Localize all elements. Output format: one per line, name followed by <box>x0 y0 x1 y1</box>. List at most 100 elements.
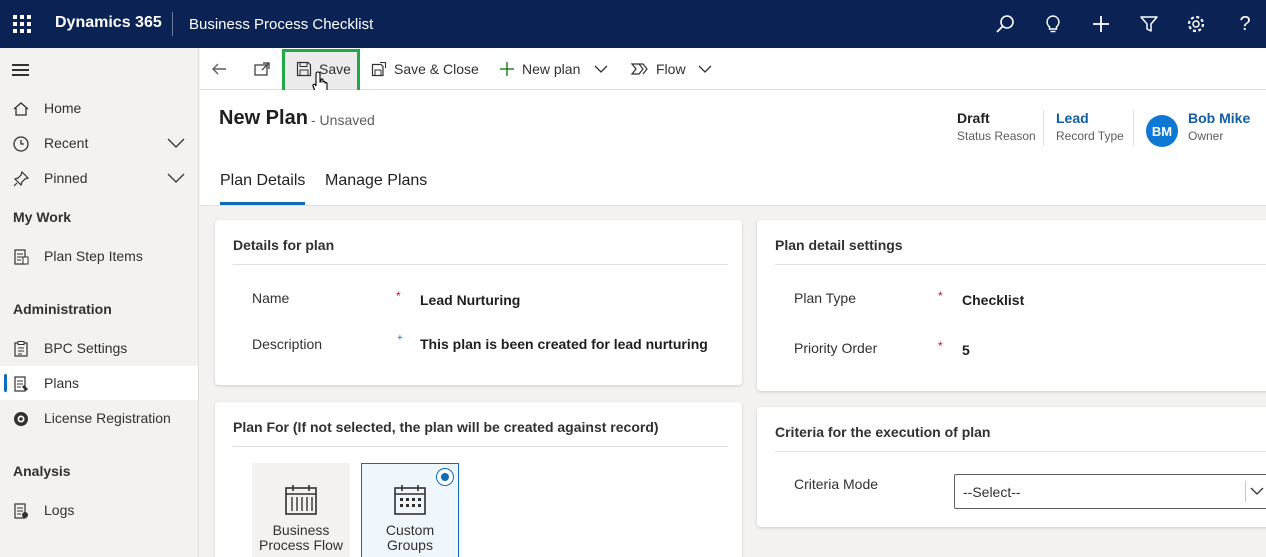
clock-icon <box>13 136 29 152</box>
tab-plan-details[interactable]: Plan Details <box>220 172 305 190</box>
plus-icon[interactable] <box>1089 12 1113 36</box>
header-field-status: Draft Status Reason <box>957 110 1036 143</box>
open-new-window-button[interactable] <box>253 48 271 90</box>
avatar[interactable]: BM <box>1146 115 1178 147</box>
divider <box>1133 110 1134 146</box>
save-close-label: Save & Close <box>394 61 479 77</box>
sidebar-item-recent[interactable]: Recent <box>0 126 198 160</box>
divider <box>775 451 1266 452</box>
divider <box>233 446 728 447</box>
sidebar-item-plan-step-items[interactable]: Plan Step Items <box>0 239 198 273</box>
required-indicator: * <box>396 289 401 303</box>
back-button[interactable] <box>210 48 228 90</box>
new-plan-dropdown[interactable] <box>594 48 608 90</box>
hamburger-menu-icon[interactable] <box>12 64 29 79</box>
required-indicator: * <box>938 339 943 353</box>
sidebar: Home Recent Pinned My Work Plan Step Ite… <box>0 48 199 557</box>
pin-icon <box>13 170 30 187</box>
tile-custom-groups[interactable]: Custom Groups <box>361 463 459 557</box>
plan-type-label: Plan Type <box>794 290 857 306</box>
filter-icon[interactable] <box>1137 12 1161 36</box>
section-administration: Administration <box>13 301 112 317</box>
active-tab-indicator <box>220 202 305 205</box>
settings-icon[interactable] <box>1184 12 1208 36</box>
save-and-close-button[interactable]: Save & Close <box>371 48 479 90</box>
flow-icon <box>631 61 649 77</box>
description-label: Description <box>252 336 323 352</box>
chevron-down-icon[interactable] <box>167 172 185 184</box>
clipboard-icon <box>14 341 28 357</box>
divider <box>775 264 1266 265</box>
details-card: Details for plan Name * Lead Nurturing D… <box>215 220 742 385</box>
lightbulb-icon[interactable] <box>1041 12 1065 36</box>
sidebar-item-logs[interactable]: Logs <box>0 493 198 527</box>
description-field[interactable]: This plan is been created for lead nurtu… <box>420 336 708 352</box>
section-my-work: My Work <box>13 209 72 225</box>
name-field[interactable]: Lead Nurturing <box>420 292 520 308</box>
owner-label: Owner <box>1188 129 1224 143</box>
sidebar-item-label: License Registration <box>44 410 171 426</box>
recommended-indicator: + <box>397 333 403 344</box>
sidebar-item-bpc-settings[interactable]: BPC Settings <box>0 331 198 365</box>
record-header: New Plan - Unsaved Draft Status Reason L… <box>200 90 1266 206</box>
chevron-down-icon <box>1250 487 1264 495</box>
calendar-icon <box>394 485 426 515</box>
card-title: Plan detail settings <box>775 237 903 253</box>
tab-manage-plans[interactable]: Manage Plans <box>325 172 427 190</box>
sidebar-item-label: Home <box>44 100 82 116</box>
app-name[interactable]: Dynamics 365 <box>55 14 162 32</box>
chevron-down-icon[interactable] <box>167 137 185 149</box>
sidebar-item-label: Plans <box>44 375 80 391</box>
save-icon <box>296 61 312 77</box>
card-title: Plan For (If not selected, the plan will… <box>233 419 659 435</box>
name-label: Name <box>252 290 290 306</box>
owner-link[interactable]: Bob Mike <box>1188 110 1250 126</box>
section-analysis: Analysis <box>13 463 71 479</box>
plan-for-card: Plan For (If not selected, the plan will… <box>215 402 742 557</box>
criteria-card: Criteria for the execution of plan Crite… <box>757 407 1266 527</box>
card-title: Criteria for the execution of plan <box>775 424 991 440</box>
selected-radio[interactable] <box>436 468 454 486</box>
record-type-label: Record Type <box>1056 129 1124 143</box>
sidebar-item-label: Plan Step Items <box>44 248 143 264</box>
sidebar-item-pinned[interactable]: Pinned <box>0 161 198 195</box>
flow-button[interactable]: Flow <box>631 48 686 90</box>
record-type-link[interactable]: Lead <box>1056 110 1124 126</box>
divider <box>233 264 728 265</box>
status-value: Draft <box>957 110 990 126</box>
calendar-icon <box>285 485 317 515</box>
home-icon <box>13 102 29 116</box>
criteria-mode-select[interactable]: --Select-- <box>954 474 1266 509</box>
sidebar-item-license-registration[interactable]: License Registration <box>0 401 198 435</box>
header-field-owner: Bob Mike Owner <box>1188 110 1250 143</box>
license-icon <box>14 412 28 426</box>
command-bar: Save Save & Close New plan Flow <box>200 48 1266 102</box>
chevron-down-icon <box>594 65 608 73</box>
divider <box>1245 481 1246 502</box>
new-plan-label: New plan <box>522 61 581 77</box>
back-arrow-icon <box>212 63 226 75</box>
app-title[interactable]: Business Process Checklist <box>189 16 373 33</box>
sidebar-item-home[interactable]: Home <box>0 91 198 125</box>
sidebar-item-label: Logs <box>44 502 75 518</box>
new-plan-button[interactable]: New plan <box>499 48 580 90</box>
search-icon[interactable] <box>993 12 1017 36</box>
select-value: --Select-- <box>963 484 1021 500</box>
sidebar-item-label: BPC Settings <box>44 340 128 356</box>
help-icon[interactable]: ? <box>1233 12 1257 36</box>
page-title: New Plan <box>219 107 308 129</box>
sidebar-item-label: Recent <box>44 135 89 151</box>
header-field-record-type: Lead Record Type <box>1056 110 1124 143</box>
sidebar-item-plans[interactable]: Plans <box>0 366 198 400</box>
tile-business-process-flow[interactable]: Business Process Flow <box>252 463 350 557</box>
sidebar-item-label: Pinned <box>44 170 88 186</box>
app-launcher-icon[interactable] <box>13 15 31 33</box>
top-bar: Dynamics 365 Business Process Checklist … <box>0 0 1266 48</box>
flow-label: Flow <box>656 61 686 77</box>
priority-order-field[interactable]: 5 <box>962 342 970 358</box>
plan-type-field[interactable]: Checklist <box>962 292 1024 308</box>
criteria-mode-label: Criteria Mode <box>794 476 879 492</box>
status-label: Status Reason <box>957 129 1036 143</box>
flow-dropdown[interactable] <box>698 48 712 90</box>
document-icon <box>14 249 29 265</box>
